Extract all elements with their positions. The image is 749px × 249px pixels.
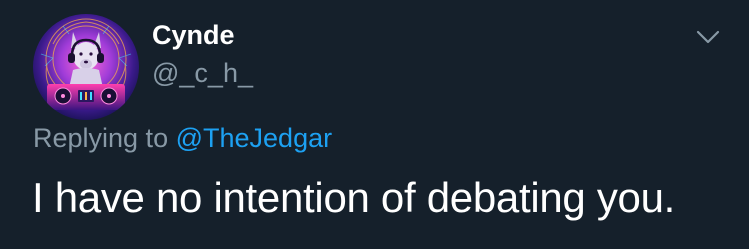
- tweet-card: Cynde @_c_h_ Replying to @TheJedgar I ha…: [0, 0, 749, 249]
- reply-context: Replying to @TheJedgar: [33, 120, 332, 156]
- reply-prefix: Replying to: [33, 123, 169, 153]
- chevron-down-icon: [696, 30, 720, 44]
- tweet-menu-button[interactable]: [693, 25, 723, 49]
- avatar[interactable]: [33, 14, 139, 120]
- user-handle[interactable]: @_c_h_: [152, 55, 253, 91]
- display-name[interactable]: Cynde: [152, 17, 235, 53]
- reply-mention-link[interactable]: @TheJedgar: [176, 123, 333, 153]
- tweet-text: I have no intention of debating you.: [32, 174, 676, 221]
- dj-dog-avatar-icon: [33, 14, 139, 120]
